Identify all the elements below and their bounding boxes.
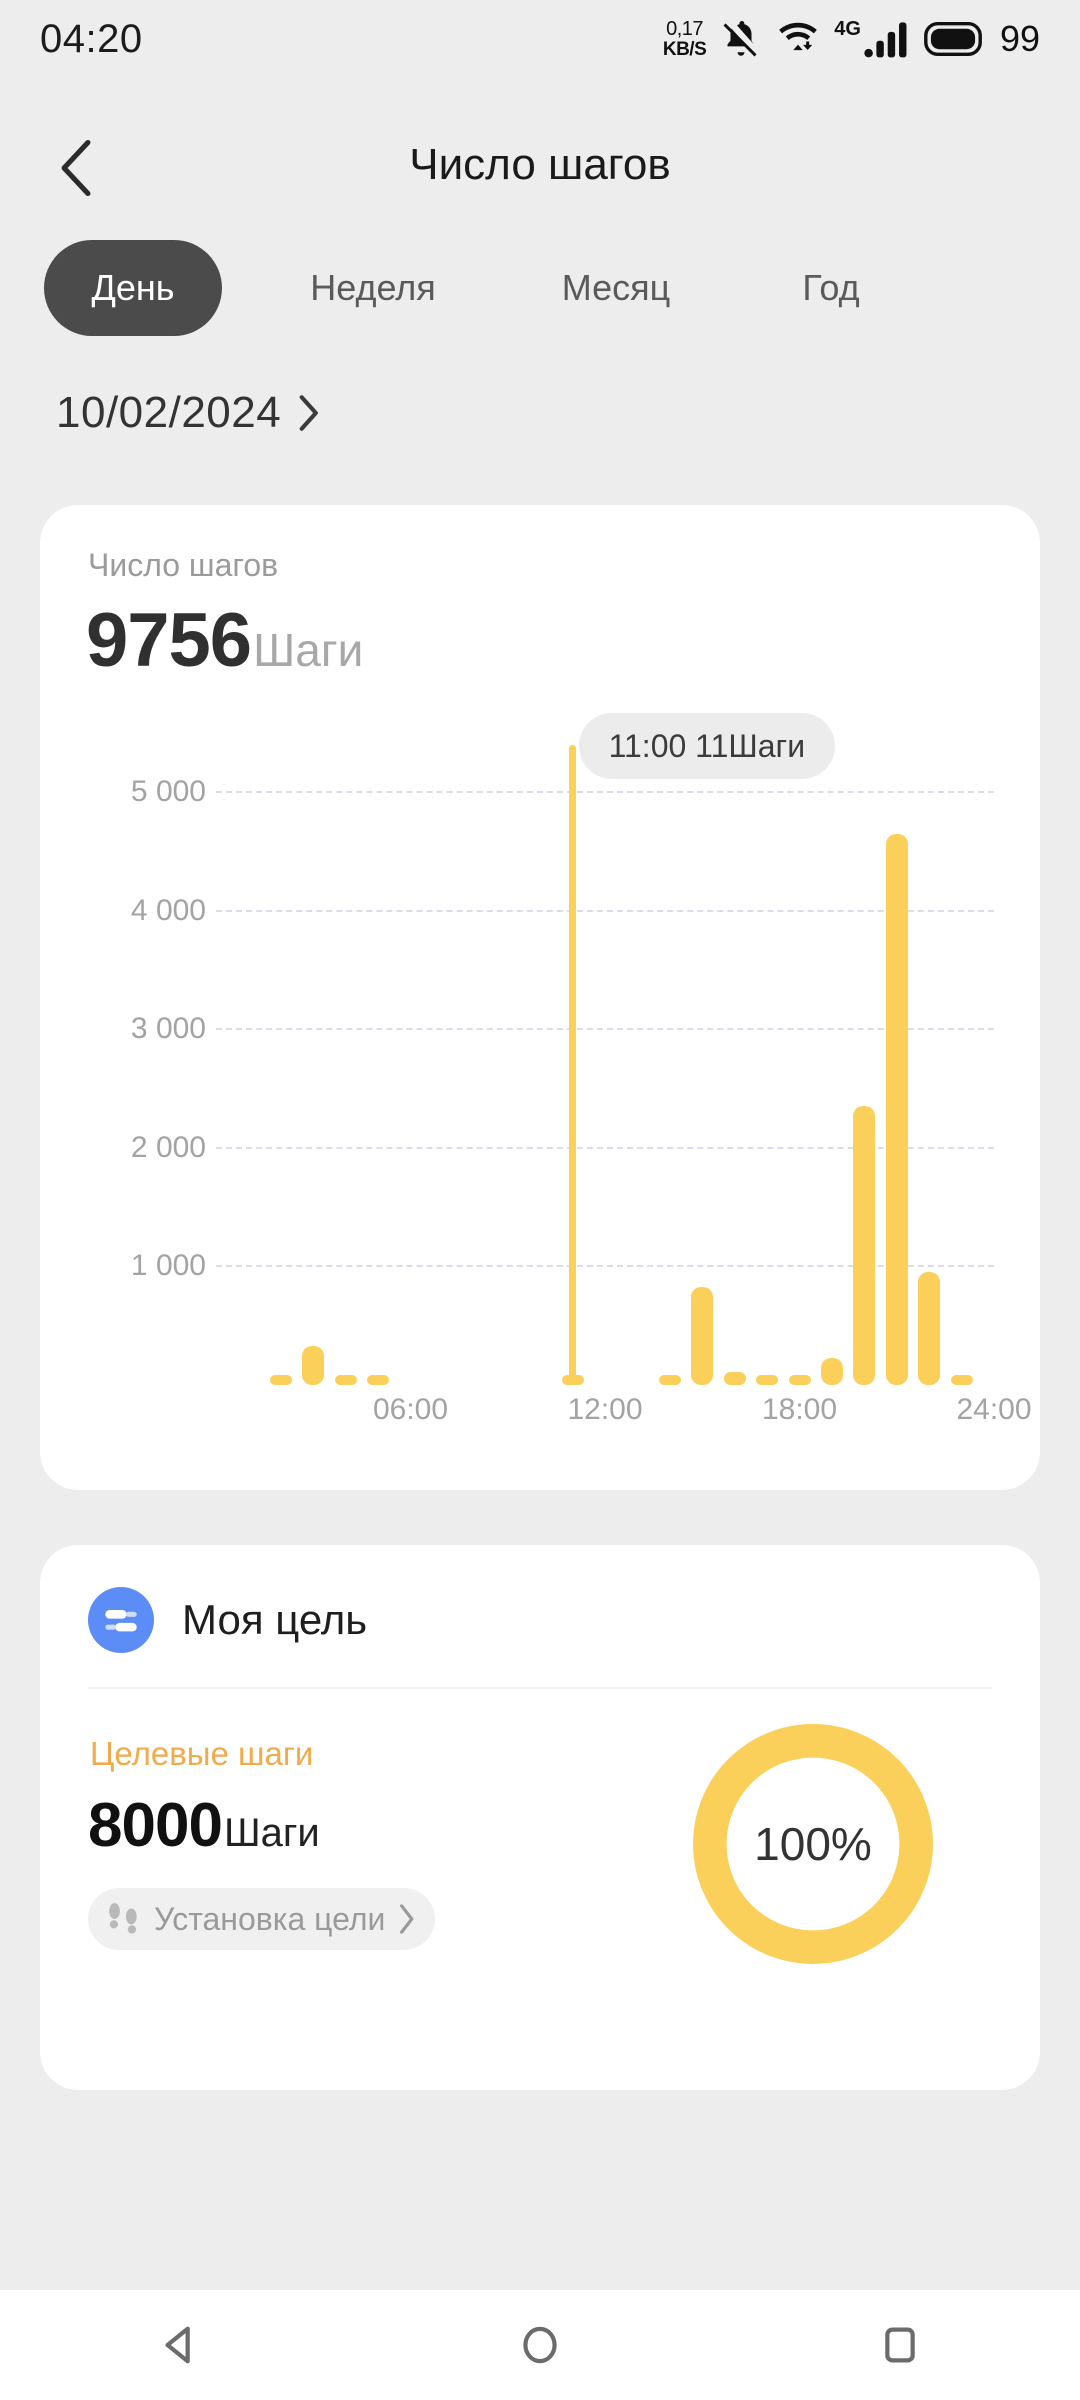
steps-chart-card: Число шагов 9756 Шаги 1 000 2 000 3 000 4 0… xyxy=(40,505,1040,1490)
chart-bar[interactable] xyxy=(918,1272,941,1385)
square-recents-icon xyxy=(885,2327,915,2363)
network-speed-value: 0,17 xyxy=(666,18,704,40)
tab-week[interactable]: Неделя xyxy=(258,240,488,336)
chart-bars xyxy=(216,745,994,1385)
chart-bar[interactable] xyxy=(853,1106,876,1385)
y-tick-label: 2 000 xyxy=(130,1130,206,1164)
chart-tooltip: 11:00 11Шаги xyxy=(578,713,836,779)
battery-percent-label: 99 xyxy=(999,18,1040,59)
sliders-glyph xyxy=(105,1610,137,1632)
date-selector[interactable]: 10/02/2024 xyxy=(56,378,319,448)
tab-day[interactable]: День xyxy=(44,240,222,336)
status-bar-icons: 0,17 KB/S 4G 99 xyxy=(663,18,1040,60)
chart-selection-line xyxy=(569,745,577,1385)
y-tick-label: 4 000 xyxy=(130,893,206,927)
triangle-back-icon xyxy=(165,2326,190,2364)
chart-bar[interactable] xyxy=(691,1286,714,1385)
signal-bars-icon xyxy=(864,22,907,58)
goal-subtitle: Целевые шаги xyxy=(90,1735,314,1772)
network-speed-unit: KB/S xyxy=(662,39,707,60)
x-tick-label: 06:00 xyxy=(372,1393,449,1426)
chart-bar[interactable] xyxy=(367,1375,390,1385)
android-nav-bar xyxy=(0,2290,1080,2400)
bell-muted-icon xyxy=(723,20,757,57)
nav-recents-button[interactable] xyxy=(840,2290,960,2400)
status-bar-clock: 04:20 xyxy=(40,16,143,61)
nav-back-button[interactable] xyxy=(120,2290,240,2400)
selected-date-label: 10/02/2024 xyxy=(56,388,282,437)
wifi-icon xyxy=(779,22,818,51)
goal-value-row: 8000 Шаги xyxy=(88,1790,320,1861)
nav-home-button[interactable] xyxy=(480,2290,600,2400)
y-tick-label: 5 000 xyxy=(130,775,206,809)
goal-value: 8000 xyxy=(88,1791,223,1860)
chart-total-row: 9756 Шаги xyxy=(86,597,363,684)
chart-bar[interactable] xyxy=(658,1375,681,1385)
x-tick-label: 24:00 xyxy=(956,1393,1032,1426)
chevron-right-icon xyxy=(400,1904,414,1934)
signal-generation-label: 4G xyxy=(834,18,861,40)
battery-icon xyxy=(924,22,982,56)
chart-bar[interactable] xyxy=(950,1375,973,1385)
goal-unit: Шаги xyxy=(223,1811,320,1855)
chart-total-unit: Шаги xyxy=(253,624,364,676)
x-tick-label: 12:00 xyxy=(567,1393,643,1426)
tab-month[interactable]: Месяц xyxy=(516,240,716,336)
chart-bar[interactable] xyxy=(788,1375,811,1385)
signal-indicator: 4G xyxy=(834,19,910,59)
chart-y-axis: 1 000 2 000 3 000 4 000 5 000 xyxy=(88,745,206,1385)
page-title: Число шагов xyxy=(409,140,671,189)
chart-bar[interactable] xyxy=(756,1375,779,1385)
goal-card-title: Моя цель xyxy=(182,1596,368,1643)
chart-bar[interactable] xyxy=(334,1375,357,1385)
status-bar: 04:20 0,17 KB/S 4G 99 xyxy=(0,0,1080,78)
goal-progress-ring: 100% xyxy=(684,1715,942,1973)
x-tick-label: 18:00 xyxy=(761,1393,838,1426)
chevron-right-icon xyxy=(299,395,319,431)
steps-bar-chart[interactable]: 1 000 2 000 3 000 4 000 5 000 06:00 12:00 18:0… xyxy=(88,713,1032,1435)
chart-bar[interactable] xyxy=(885,833,908,1385)
network-speed-indicator: 0,17 KB/S xyxy=(662,18,707,60)
goal-card-divider xyxy=(88,1687,992,1689)
my-goal-card: Моя цель Целевые шаги 8000 Шаги Установк… xyxy=(40,1545,1040,2090)
goal-progress-label: 100% xyxy=(754,1818,872,1870)
y-tick-label: 3 000 xyxy=(130,1012,206,1046)
chart-bar[interactable] xyxy=(269,1375,292,1385)
y-tick-label: 1 000 xyxy=(130,1249,206,1283)
tab-year[interactable]: Год xyxy=(756,240,906,336)
set-goal-label: Установка цели xyxy=(154,1900,386,1937)
chart-bar[interactable] xyxy=(820,1357,843,1385)
set-goal-button[interactable]: Установка цели xyxy=(88,1888,436,1950)
period-tabs: День Неделя Месяц Год xyxy=(0,240,1080,336)
chart-card-label: Число шагов xyxy=(88,547,279,583)
circle-home-icon xyxy=(523,2326,557,2364)
chart-x-axis: 06:00 12:00 18:00 24:00 xyxy=(216,1393,1032,1443)
page-header: Число шагов xyxy=(0,110,1080,220)
chart-total-value: 9756 xyxy=(86,598,252,683)
chart-bar[interactable] xyxy=(723,1371,746,1385)
footprints-icon xyxy=(109,1903,137,1934)
chart-bar[interactable] xyxy=(302,1345,325,1385)
goal-sliders-icon xyxy=(88,1587,154,1653)
goal-card-header: Моя цель xyxy=(88,1587,367,1653)
